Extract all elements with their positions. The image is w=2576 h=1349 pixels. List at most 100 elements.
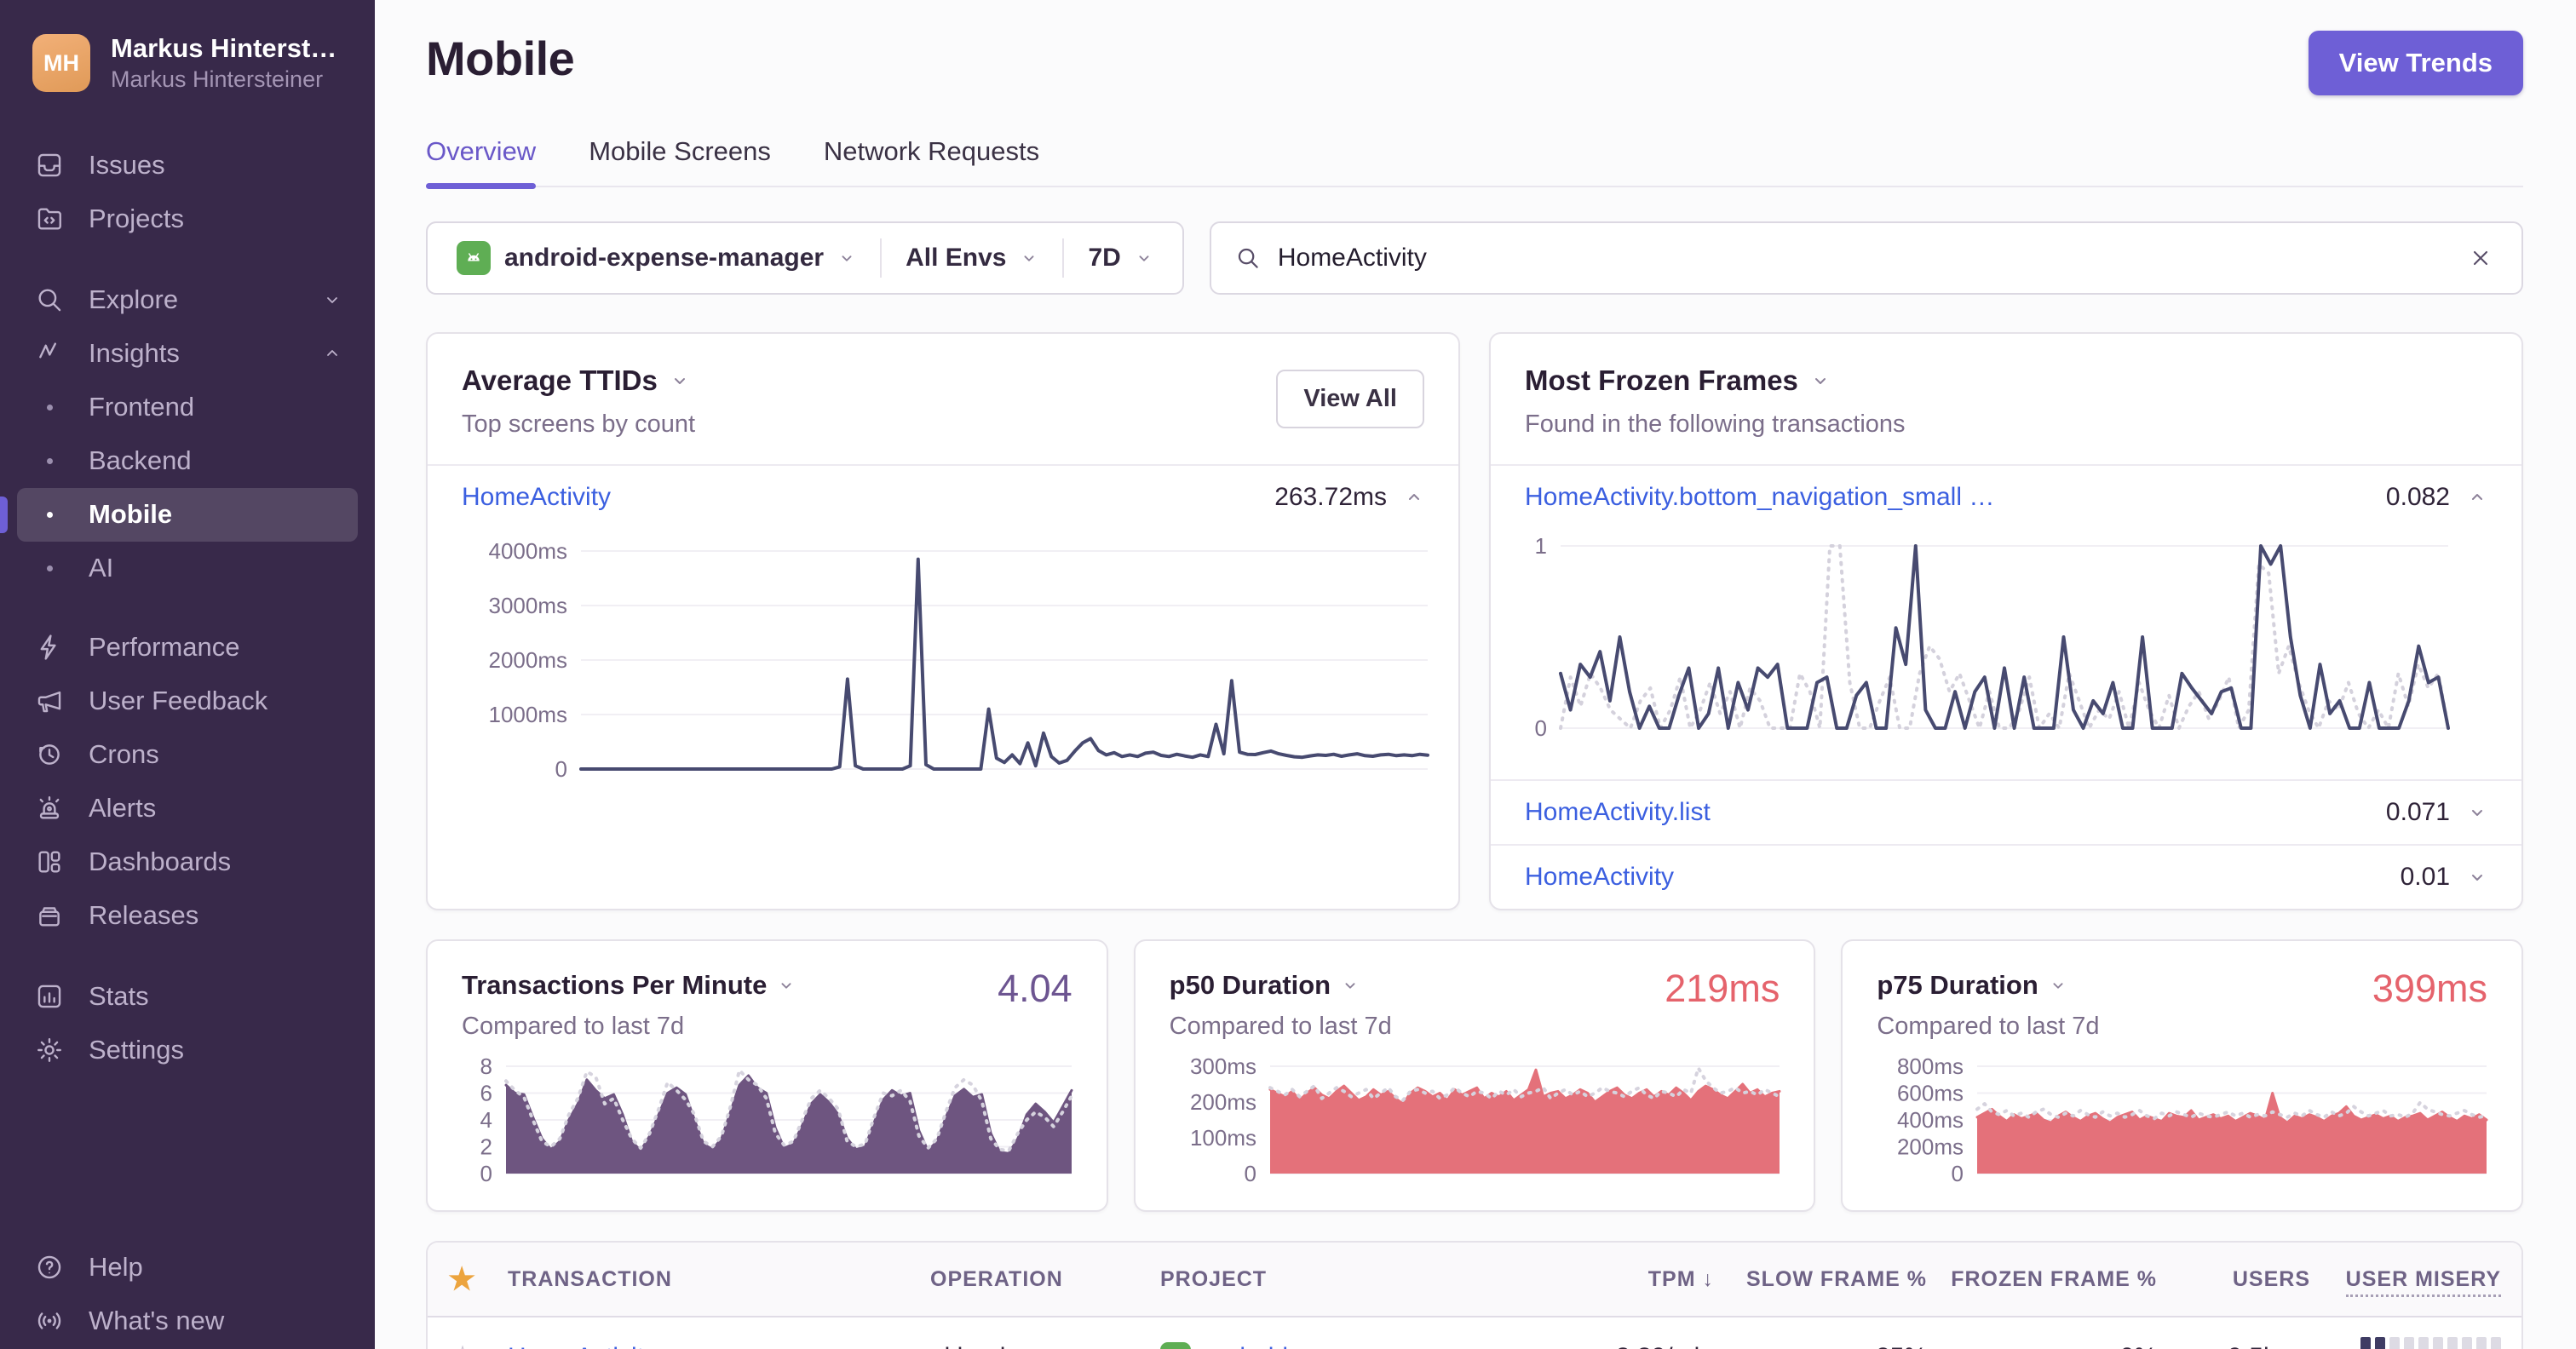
tpm-card: Transactions Per Minute 4.04 Compared to… xyxy=(426,939,1108,1212)
card-subtitle: Compared to last 7d xyxy=(1877,1013,2100,1040)
column-slow-frame[interactable]: SLOW FRAME % xyxy=(1714,1267,1927,1292)
p75-value: 399ms xyxy=(2372,967,2487,1010)
ttid-chart: 0 1000ms 2000ms 3000ms 4000ms xyxy=(428,529,1458,880)
avatar-initials: MH xyxy=(43,49,79,76)
sidebar-item-issues[interactable]: Issues xyxy=(17,139,358,192)
sidebar-item-releases[interactable]: Releases xyxy=(17,889,358,943)
projects-icon xyxy=(32,204,66,233)
sidebar-item-help[interactable]: Help xyxy=(17,1240,358,1294)
column-user-misery[interactable]: USER MISERY xyxy=(2310,1266,2501,1297)
tab-network-requests[interactable]: Network Requests xyxy=(824,136,1039,186)
sidebar-item-backend[interactable]: Backend xyxy=(17,434,358,488)
card-subtitle: Compared to last 7d xyxy=(462,1013,685,1040)
tpm-title[interactable]: Transactions Per Minute xyxy=(462,970,1072,1001)
user-name: Markus Hinterst… xyxy=(111,33,337,63)
bullet-icon xyxy=(32,457,66,464)
sidebar-item-explore[interactable]: Explore xyxy=(17,273,358,327)
average-ttids-header: Average TTIDs Top screens by count View … xyxy=(428,334,1458,466)
column-tpm-sorted[interactable]: TPM ↓ xyxy=(1586,1267,1714,1292)
sidebar-item-label: Backend xyxy=(89,445,192,475)
dashboards-icon xyxy=(32,847,66,876)
p75-duration-card: p75 Duration 399ms Compared to last 7d 0… xyxy=(1841,939,2523,1212)
user-icon xyxy=(2286,1346,2310,1349)
frozen-row-home[interactable]: HomeActivity 0.01 xyxy=(1491,844,2521,909)
table-row[interactable]: ☆ HomeActivity ui.load android-expense-m… xyxy=(428,1317,2521,1349)
date-range-value: 7D xyxy=(1088,244,1121,272)
transaction-link[interactable]: HomeActivity.bottom_navigation_small … xyxy=(1525,483,1994,512)
sidebar-item-settings[interactable]: Settings xyxy=(17,1024,358,1077)
sidebar-item-label: Releases xyxy=(89,900,199,930)
column-users[interactable]: USERS xyxy=(2157,1267,2310,1292)
frozen-frames-title[interactable]: Most Frozen Frames xyxy=(1525,365,2487,397)
project-link[interactable]: android-expense-manager xyxy=(1203,1343,1503,1349)
svg-text:200ms: 200ms xyxy=(1190,1089,1256,1115)
chevron-down-icon xyxy=(2472,810,2482,816)
tpm-value: 4.04 xyxy=(998,967,1072,1010)
bullet-icon xyxy=(32,511,66,518)
tab-mobile-screens[interactable]: Mobile Screens xyxy=(589,136,771,186)
date-range-selector[interactable]: 7D xyxy=(1064,223,1176,293)
explore-search-icon xyxy=(32,285,66,314)
sidebar-item-whats-new[interactable]: What's new xyxy=(17,1294,358,1347)
svg-text:300ms: 300ms xyxy=(1190,1054,1256,1079)
users-count: 9.5k xyxy=(2228,1343,2276,1349)
sidebar-item-mobile[interactable]: Mobile xyxy=(0,487,358,542)
svg-text:200ms: 200ms xyxy=(1897,1134,1964,1160)
chevron-down-icon xyxy=(837,249,856,267)
sidebar-item-label: Settings xyxy=(89,1035,185,1065)
ttid-transaction-row[interactable]: HomeActivity 263.72ms xyxy=(428,466,1458,529)
sidebar-item-dashboards[interactable]: Dashboards xyxy=(17,835,358,889)
favorite-star-header-icon[interactable]: ★ xyxy=(448,1261,508,1297)
sidebar-item-frontend[interactable]: Frontend xyxy=(17,381,358,434)
favorite-star-icon[interactable]: ☆ xyxy=(448,1339,508,1349)
sidebar-item-label: Explore xyxy=(89,284,179,314)
clear-search-button[interactable] xyxy=(2464,241,2498,275)
svg-text:6: 6 xyxy=(480,1081,492,1106)
transaction-link[interactable]: HomeActivity xyxy=(508,1343,657,1349)
sidebar-item-user-feedback[interactable]: User Feedback xyxy=(17,674,358,728)
sidebar-item-crons[interactable]: Crons xyxy=(17,728,358,782)
view-trends-button[interactable]: View Trends xyxy=(2308,31,2523,95)
card-subtitle: Found in the following transactions xyxy=(1525,410,1906,438)
org-user-menu[interactable]: MH Markus Hinterst… Markus Hintersteiner xyxy=(0,32,375,95)
card-title-text: Most Frozen Frames xyxy=(1525,365,1798,396)
tab-overview[interactable]: Overview xyxy=(426,136,537,189)
card-title-text: p50 Duration xyxy=(1169,970,1331,1000)
environment-selector[interactable]: All Envs xyxy=(882,223,1062,293)
chevron-up-icon xyxy=(2472,494,2482,500)
transaction-link[interactable]: HomeActivity.list xyxy=(1525,798,1711,827)
view-all-button[interactable]: View All xyxy=(1276,370,1424,428)
megaphone-icon xyxy=(32,686,66,715)
project-selector[interactable]: android-expense-manager xyxy=(433,223,880,293)
project-selector-value: android-expense-manager xyxy=(504,244,825,272)
page-title: Mobile xyxy=(426,32,575,85)
svg-text:3000ms: 3000ms xyxy=(489,593,568,618)
column-project[interactable]: PROJECT xyxy=(1160,1267,1586,1292)
sidebar-item-ai[interactable]: AI xyxy=(17,542,358,595)
transaction-link[interactable]: HomeActivity xyxy=(1525,863,1674,892)
sidebar-item-label: Performance xyxy=(89,632,240,662)
filter-bar: android-expense-manager All Envs 7D xyxy=(426,221,2523,295)
p50-value: 219ms xyxy=(1665,967,1780,1010)
column-frozen-frame[interactable]: FROZEN FRAME % xyxy=(1927,1267,2157,1292)
sidebar-item-stats[interactable]: Stats xyxy=(17,970,358,1024)
sidebar-item-alerts[interactable]: Alerts xyxy=(17,782,358,835)
column-transaction[interactable]: TRANSACTION xyxy=(508,1267,930,1292)
page-filter-group: android-expense-manager All Envs 7D xyxy=(426,221,1184,295)
gear-icon xyxy=(32,1036,66,1065)
frozen-row-expanded[interactable]: HomeActivity.bottom_navigation_small … 0… xyxy=(1491,466,2521,529)
sidebar-item-projects[interactable]: Projects xyxy=(17,192,358,246)
search-input[interactable] xyxy=(1277,244,2447,273)
sidebar-item-insights[interactable]: Insights xyxy=(17,327,358,381)
column-operation[interactable]: OPERATION xyxy=(930,1267,1160,1292)
cell-tpm: 3.89/min xyxy=(1586,1343,1714,1349)
chevron-down-icon xyxy=(1814,378,1826,384)
transaction-link[interactable]: HomeActivity xyxy=(462,483,611,512)
sidebar-item-performance[interactable]: Performance xyxy=(17,621,358,674)
chevron-down-icon xyxy=(2053,983,2063,989)
bullet-icon xyxy=(32,404,66,410)
sidebar-item-label: Projects xyxy=(89,204,184,233)
svg-text:1: 1 xyxy=(1535,534,1547,559)
svg-text:2000ms: 2000ms xyxy=(489,647,568,673)
frozen-row-list[interactable]: HomeActivity.list 0.071 xyxy=(1491,779,2521,844)
